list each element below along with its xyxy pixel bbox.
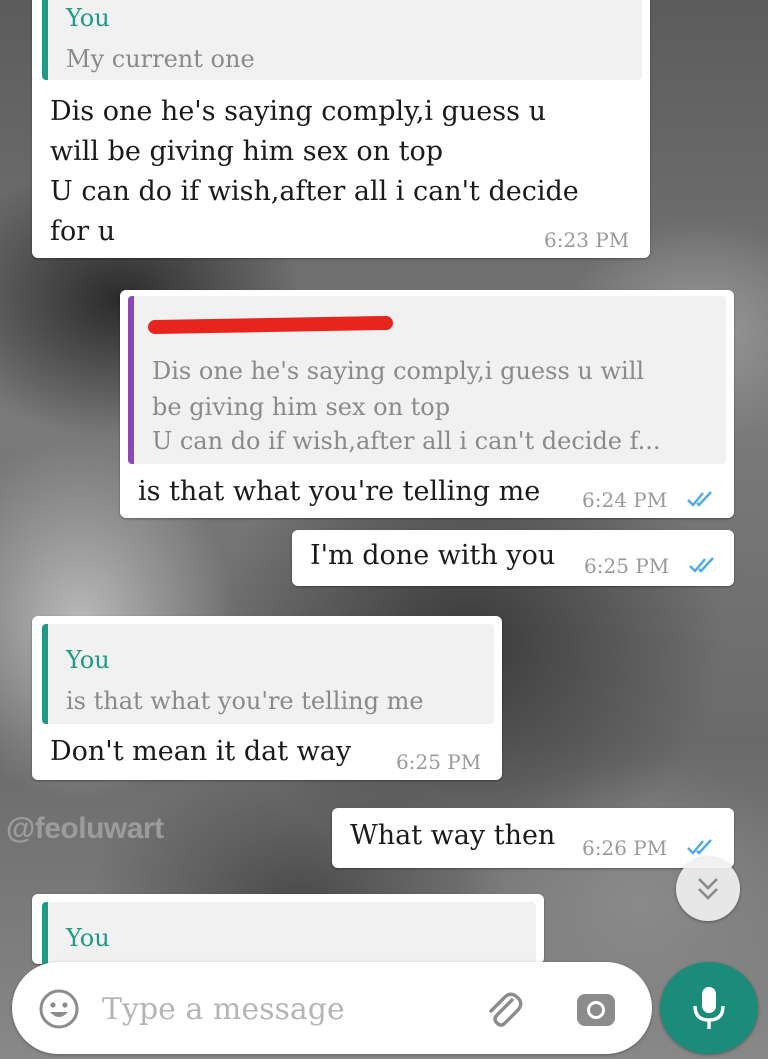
message-text-line: will be giving him sex on top bbox=[50, 136, 443, 167]
message-timestamp: 6:24 PM bbox=[582, 488, 668, 512]
double-check-icon bbox=[687, 839, 712, 855]
quoted-message[interactable]: Dis one he's saying comply,i guess u wil… bbox=[128, 296, 726, 464]
microphone-icon bbox=[693, 987, 725, 1029]
message-bubble-outgoing[interactable]: Dis one he's saying comply,i guess u wil… bbox=[120, 290, 734, 518]
quoted-author: You bbox=[66, 924, 110, 952]
message-bubble-incoming[interactable]: You bbox=[32, 894, 544, 964]
message-text-line: for u bbox=[50, 216, 116, 247]
message-text-line: What way then bbox=[350, 820, 556, 851]
message-timestamp: 6:25 PM bbox=[396, 750, 482, 774]
quoted-author: You bbox=[66, 646, 110, 674]
quoted-message[interactable]: You My current one bbox=[42, 0, 642, 80]
quoted-text: Dis one he's saying comply,i guess u wil… bbox=[152, 357, 645, 385]
double-check-icon bbox=[687, 491, 712, 507]
message-bubble-incoming[interactable]: You is that what you're telling me Don't… bbox=[32, 616, 502, 780]
redaction-mark bbox=[147, 315, 394, 335]
camera-icon[interactable] bbox=[574, 988, 618, 1032]
message-timestamp: 6:23 PM bbox=[544, 228, 630, 252]
message-composer bbox=[12, 962, 652, 1054]
quoted-text: is that what you're telling me bbox=[66, 687, 424, 715]
message-text-line: Don't mean it dat way bbox=[50, 736, 352, 767]
quoted-text: My current one bbox=[66, 45, 255, 73]
quoted-message[interactable]: You bbox=[42, 902, 536, 964]
message-text-line: Dis one he's saying comply,i guess u bbox=[50, 96, 546, 127]
quoted-message[interactable]: You is that what you're telling me bbox=[42, 624, 494, 724]
emoji-icon[interactable] bbox=[38, 988, 80, 1030]
voice-record-button[interactable] bbox=[660, 962, 758, 1054]
double-check-icon bbox=[689, 557, 714, 573]
message-text-line: is that what you're telling me bbox=[138, 476, 541, 507]
chevron-double-down-icon bbox=[698, 878, 718, 900]
quoted-text: be giving him sex on top bbox=[152, 393, 451, 421]
message-timestamp: 6:25 PM bbox=[584, 554, 670, 578]
message-bubble-incoming[interactable]: You My current one Dis one he's saying c… bbox=[32, 0, 650, 258]
scroll-to-bottom-button[interactable] bbox=[676, 857, 740, 921]
quoted-text: U can do if wish,after all i can't decid… bbox=[152, 427, 661, 455]
message-text-line: I'm done with you bbox=[310, 540, 556, 571]
wallpaper-watermark: @feoluwart bbox=[6, 812, 164, 845]
message-text-line: U can do if wish,after all i can't decid… bbox=[50, 176, 579, 207]
quoted-author: You bbox=[66, 4, 110, 32]
message-input[interactable] bbox=[102, 984, 462, 1034]
paperclip-icon[interactable] bbox=[482, 988, 526, 1032]
message-timestamp: 6:26 PM bbox=[582, 836, 668, 860]
message-bubble-outgoing[interactable]: I'm done with you 6:25 PM bbox=[292, 530, 734, 586]
message-bubble-outgoing[interactable]: What way then 6:26 PM bbox=[332, 808, 734, 868]
